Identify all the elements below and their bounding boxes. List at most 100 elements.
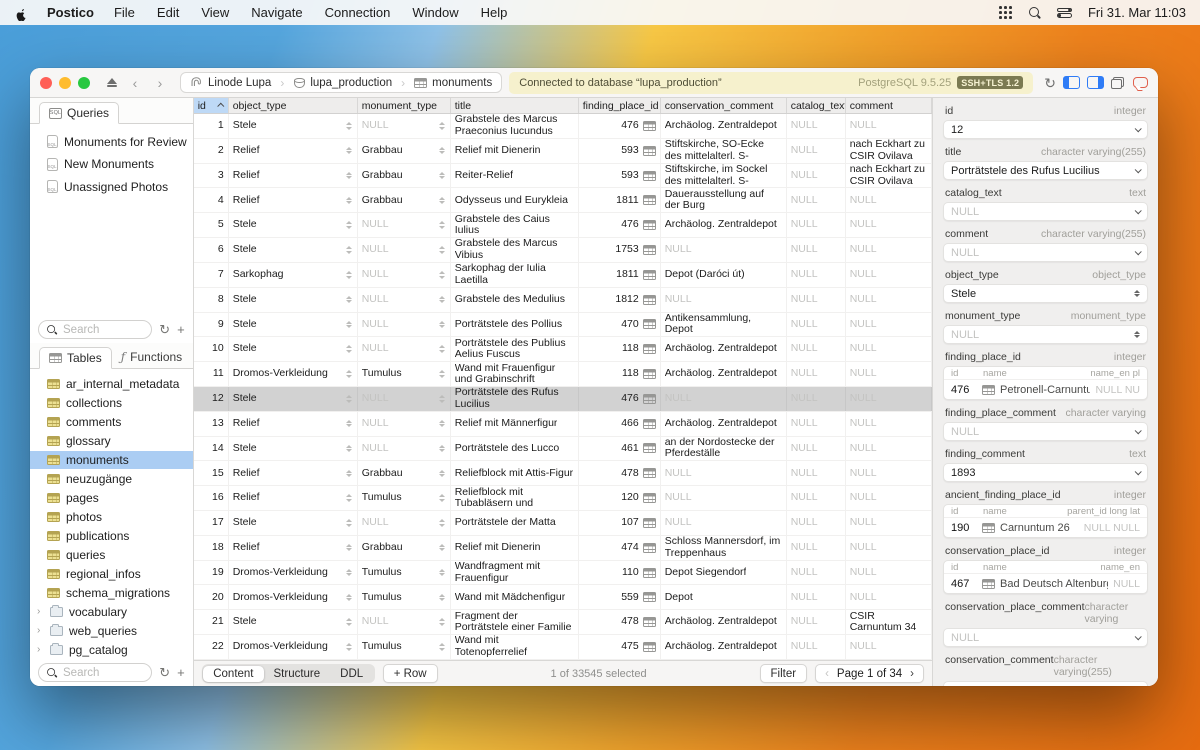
sidebar-table-comments[interactable]: comments bbox=[30, 413, 193, 431]
cell-conservation_comment[interactable]: NULL bbox=[661, 288, 787, 312]
enum-stepper-icon[interactable] bbox=[346, 594, 353, 602]
cell-object_type[interactable]: Dromos-Verkleidung bbox=[229, 561, 358, 585]
cell-monument_type[interactable]: NULL bbox=[358, 412, 451, 436]
foreign-key-table-icon[interactable] bbox=[982, 579, 995, 589]
foreign-key-table-icon[interactable] bbox=[643, 468, 656, 478]
view-tab-structure[interactable]: Structure bbox=[264, 666, 331, 682]
enum-stepper-icon[interactable] bbox=[346, 345, 353, 353]
enum-stepper-icon[interactable] bbox=[439, 370, 446, 378]
cell-conservation_comment[interactable]: Archäolog. Zentraldepot bbox=[661, 213, 787, 237]
cell-conservation_comment[interactable]: Stiftskirche, SO-Ecke des mittelalterl. … bbox=[661, 139, 787, 163]
cell-monument_type[interactable]: NULL bbox=[358, 387, 451, 411]
sidebar-table-monuments[interactable]: monuments bbox=[30, 451, 193, 469]
cell-conservation_comment[interactable]: Archäolog. Zentraldepot bbox=[661, 337, 787, 361]
table-row[interactable]: 4ReliefGrabbauOdysseus und Eurykleia1811… bbox=[194, 188, 932, 213]
field-value-control[interactable]: NULL bbox=[943, 202, 1148, 221]
cell-finding_place_id[interactable]: 478 bbox=[579, 461, 661, 485]
cell-title[interactable]: Porträtstele des Lucco bbox=[451, 437, 579, 461]
prev-page-button[interactable]: ‹ bbox=[825, 668, 829, 680]
menu-help[interactable]: Help bbox=[481, 5, 508, 20]
cell-catalog_text[interactable]: NULL bbox=[787, 486, 846, 510]
tables-search-input[interactable]: Search bbox=[38, 663, 152, 682]
sidebar-table-schema_migrations[interactable]: schema_migrations bbox=[30, 584, 193, 602]
table-row[interactable]: 19Dromos-VerkleidungTumulusWandfragment … bbox=[194, 561, 932, 586]
zoom-window-button[interactable] bbox=[78, 77, 90, 89]
cell-comment[interactable]: NULL bbox=[846, 313, 932, 337]
foreign-key-table-icon[interactable] bbox=[643, 344, 656, 354]
table-row[interactable]: 16ReliefTumulusReliefblock mit Tubabläse… bbox=[194, 486, 932, 511]
cell-monument_type[interactable]: NULL bbox=[358, 238, 451, 262]
cell-finding_place_id[interactable]: 120 bbox=[579, 486, 661, 510]
cell-object_type[interactable]: Relief bbox=[229, 139, 358, 163]
cell-comment[interactable]: NULL bbox=[846, 437, 932, 461]
cell-comment[interactable]: NULL bbox=[846, 635, 932, 659]
cell-catalog_text[interactable]: NULL bbox=[787, 635, 846, 659]
sidebar-table-glossary[interactable]: glossary bbox=[30, 432, 193, 450]
cell-id[interactable]: 22 bbox=[194, 635, 229, 659]
enum-stepper-icon[interactable] bbox=[346, 296, 353, 304]
cell-catalog_text[interactable]: NULL bbox=[787, 536, 846, 560]
cell-title[interactable]: Reiter-Relief bbox=[451, 164, 579, 188]
cell-monument_type[interactable]: Grabbau bbox=[358, 461, 451, 485]
query-item-new-monuments[interactable]: New Monuments bbox=[30, 155, 193, 175]
table-row[interactable]: 22Dromos-VerkleidungTumulusWand mit Tote… bbox=[194, 635, 932, 660]
minimize-window-button[interactable] bbox=[59, 77, 71, 89]
cell-id[interactable]: 19 bbox=[194, 561, 229, 585]
foreign-key-table-icon[interactable] bbox=[643, 369, 656, 379]
cell-id[interactable]: 20 bbox=[194, 585, 229, 609]
cell-comment[interactable]: NULL bbox=[846, 387, 932, 411]
cell-object_type[interactable]: Stele bbox=[229, 437, 358, 461]
column-header-monument_type[interactable]: monument_type bbox=[358, 98, 451, 113]
cell-catalog_text[interactable]: NULL bbox=[787, 412, 846, 436]
foreign-key-table-icon[interactable] bbox=[643, 518, 656, 528]
cell-catalog_text[interactable]: NULL bbox=[787, 213, 846, 237]
cell-object_type[interactable]: Stele bbox=[229, 213, 358, 237]
queries-search-input[interactable]: Search bbox=[38, 320, 152, 339]
cell-conservation_comment[interactable]: Archäolog. Zentraldepot bbox=[661, 114, 787, 138]
column-header-id[interactable]: id bbox=[194, 98, 229, 113]
cell-catalog_text[interactable]: NULL bbox=[787, 288, 846, 312]
close-window-button[interactable] bbox=[40, 77, 52, 89]
foreign-key-table-icon[interactable] bbox=[982, 523, 995, 533]
field-value-control[interactable]: Stele bbox=[943, 284, 1148, 303]
enum-stepper-icon[interactable] bbox=[346, 221, 353, 229]
tab-queries[interactable]: SQL Queries bbox=[39, 102, 119, 124]
cell-comment[interactable]: NULL bbox=[846, 114, 932, 138]
cell-title[interactable]: Wand mit Totenopferrelief bbox=[451, 635, 579, 659]
foreign-key-table-icon[interactable] bbox=[643, 419, 656, 429]
cell-conservation_comment[interactable]: Stiftskirche, im Sockel des mittelalterl… bbox=[661, 164, 787, 188]
field-stepper-icon[interactable] bbox=[1133, 290, 1140, 298]
cell-conservation_comment[interactable]: Antikensammlung, Depot bbox=[661, 313, 787, 337]
cell-comment[interactable]: NULL bbox=[846, 362, 932, 386]
chevron-down-icon[interactable] bbox=[1135, 166, 1142, 173]
cell-comment[interactable]: NULL bbox=[846, 188, 932, 212]
cell-object_type[interactable]: Relief bbox=[229, 461, 358, 485]
column-header-title[interactable]: title bbox=[451, 98, 579, 113]
cell-monument_type[interactable]: Grabbau bbox=[358, 536, 451, 560]
cell-title[interactable]: Grabstele des Marcus Vibius bbox=[451, 238, 579, 262]
enum-stepper-icon[interactable] bbox=[346, 470, 353, 478]
enum-stepper-icon[interactable] bbox=[439, 470, 446, 478]
chevron-down-icon[interactable] bbox=[1135, 427, 1142, 434]
cell-comment[interactable]: NULL bbox=[846, 461, 932, 485]
cell-object_type[interactable]: Relief bbox=[229, 486, 358, 510]
column-header-conservation_comment[interactable]: conservation_comment bbox=[661, 98, 787, 113]
field-value-control[interactable]: NULL bbox=[943, 325, 1148, 344]
table-row[interactable]: 14SteleNULLPorträtstele des Lucco461an d… bbox=[194, 437, 932, 462]
cell-title[interactable]: Relief mit Dienerin bbox=[451, 139, 579, 163]
cell-object_type[interactable]: Stele bbox=[229, 511, 358, 535]
cell-catalog_text[interactable]: NULL bbox=[787, 313, 846, 337]
breadcrumb-item-linode-lupa[interactable]: Linode Lupa bbox=[181, 76, 280, 90]
foreign-key-table-icon[interactable] bbox=[643, 568, 656, 578]
view-tab-ddl[interactable]: DDL bbox=[330, 666, 373, 682]
table-row[interactable]: 8SteleNULLGrabstele des Medulius1812NULL… bbox=[194, 288, 932, 313]
cell-object_type[interactable]: Relief bbox=[229, 412, 358, 436]
enum-stepper-icon[interactable] bbox=[439, 345, 446, 353]
table-row[interactable]: 2ReliefGrabbauRelief mit Dienerin593Stif… bbox=[194, 139, 932, 164]
column-header-catalog_text[interactable]: catalog_text bbox=[787, 98, 846, 113]
cell-catalog_text[interactable]: NULL bbox=[787, 337, 846, 361]
cell-comment[interactable]: NULL bbox=[846, 412, 932, 436]
add-query-button[interactable]: + bbox=[177, 323, 185, 336]
cell-id[interactable]: 11 bbox=[194, 362, 229, 386]
table-row[interactable]: 5SteleNULLGrabstele des Caius Iulius476A… bbox=[194, 213, 932, 238]
